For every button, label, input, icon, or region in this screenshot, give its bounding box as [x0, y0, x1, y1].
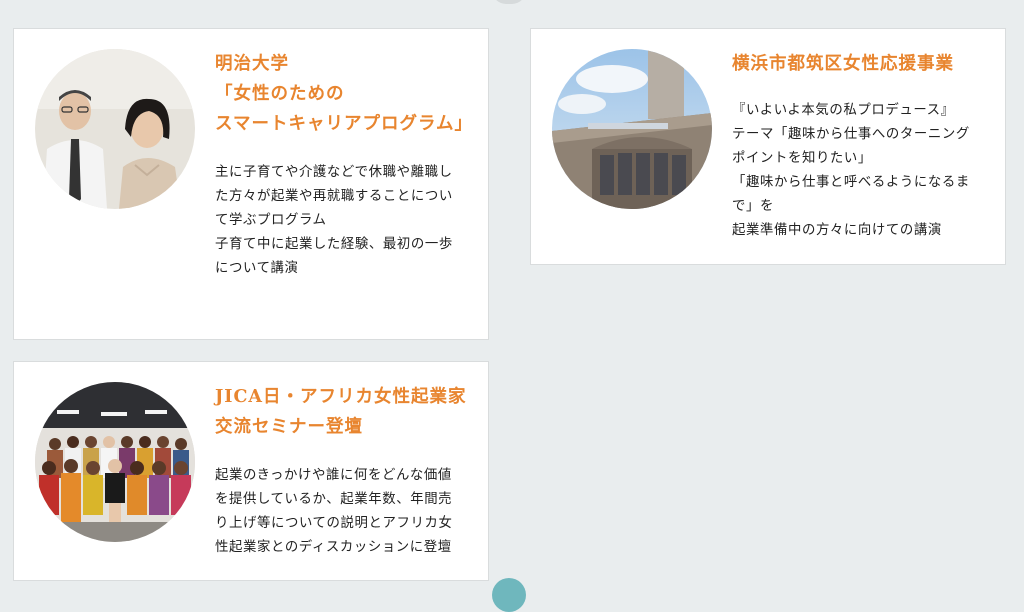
desc-line: 性起業家とのディスカッションに登壇: [215, 540, 452, 555]
desc-line: て学ぶプログラム: [215, 213, 327, 228]
desc-line: について講演: [215, 261, 299, 276]
top-indicator: [492, 0, 526, 4]
building-photo: [552, 49, 712, 209]
title-line: 明治大学: [215, 54, 289, 74]
desc-line: た方々が起業や再就職することについ: [215, 189, 453, 204]
desc-line: 起業準備中の方々に向けての講演: [732, 223, 942, 238]
desc-line: ポイントを知りたい」: [732, 151, 872, 166]
desc-line: 子育て中に起業した経験、最初の一歩: [215, 237, 453, 252]
title-line: 「女性のための: [215, 84, 345, 104]
group-photo: [35, 382, 195, 542]
scroll-to-top-button[interactable]: [492, 578, 526, 612]
activity-card-meiji: 明治大学 「女性のための スマートキャリアプログラム」 主に子育てや介護などで休…: [13, 28, 489, 340]
card-description: 『いよいよ本気の私プロデュース』 テーマ「趣味から仕事へのターニング ポイントを…: [732, 99, 970, 243]
card-title: JICA日・アフリカ女性起業家 交流セミナー登壇: [215, 382, 466, 442]
title-line: JICA日・アフリカ女性起業家: [215, 387, 467, 407]
desc-line: 主に子育てや介護などで休職や離職し: [215, 165, 453, 180]
desc-line: り上げ等についての説明とアフリカ女: [215, 516, 453, 531]
desc-line: 起業のきっかけや誰に何をどんな価値: [215, 468, 452, 483]
activity-card-tsuzuki: 横浜市都筑区女性応援事業 『いよいよ本気の私プロデュース』 テーマ「趣味から仕事…: [530, 28, 1006, 265]
desc-line: で」を: [732, 199, 774, 214]
card-description: 主に子育てや介護などで休職や離職し た方々が起業や再就職することについ て学ぶプ…: [215, 161, 453, 281]
card-description: 起業のきっかけや誰に何をどんな価値 を提供しているか、起業年数、年間売 り上げ等…: [215, 464, 452, 560]
card-title: 横浜市都筑区女性応援事業: [732, 49, 954, 79]
desc-line: テーマ「趣味から仕事へのターニング: [732, 127, 970, 142]
card-title: 明治大学 「女性のための スマートキャリアプログラム」: [215, 49, 473, 139]
desc-line: を提供しているか、起業年数、年間売: [215, 492, 453, 507]
desc-line: 「趣味から仕事と呼べるようになるま: [732, 175, 970, 190]
title-line: 横浜市都筑区女性応援事業: [732, 54, 954, 74]
portrait-photo: [35, 49, 195, 209]
title-line: スマートキャリアプログラム」: [215, 114, 473, 134]
desc-line: 『いよいよ本気の私プロデュース』: [732, 103, 955, 118]
title-line: 交流セミナー登壇: [215, 417, 363, 437]
activity-card-jica: JICA日・アフリカ女性起業家 交流セミナー登壇 起業のきっかけや誰に何をどんな…: [13, 361, 489, 581]
